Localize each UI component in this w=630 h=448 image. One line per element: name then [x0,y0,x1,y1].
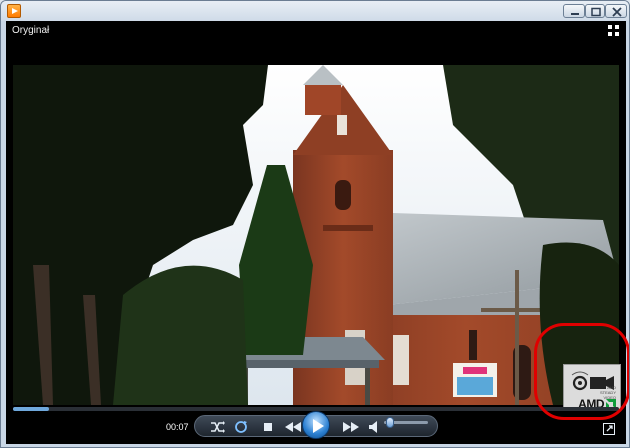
video-frame[interactable] [13,65,619,405]
playback-controls: 00:07 [6,411,626,444]
stop-icon[interactable] [261,416,275,438]
highlight-circle [534,323,629,420]
maximize-button[interactable] [585,4,605,18]
close-button[interactable] [605,4,627,18]
layout-switch-icon[interactable] [608,25,620,37]
shuffle-icon[interactable] [209,416,225,438]
previous-icon[interactable] [283,416,303,438]
title-bar[interactable] [1,1,629,21]
volume-icon[interactable] [367,416,381,438]
minimize-button[interactable] [563,4,585,18]
player-area: Oryginał AMD STEADY VIDEO AMD 00:07 [6,21,626,444]
volume-knob[interactable] [386,417,395,428]
close-icon [612,7,622,17]
repeat-icon[interactable] [233,416,249,438]
minimize-icon [571,13,579,15]
video-church-scene [13,65,619,405]
media-player-icon [7,4,21,18]
play-icon [313,419,324,433]
maximize-icon [591,7,601,17]
elapsed-time: 00:07 [166,422,189,432]
play-button[interactable] [302,411,330,439]
fullscreen-icon[interactable] [603,423,615,435]
next-icon[interactable] [341,416,361,438]
view-label: Oryginał [12,25,50,36]
media-player-window: Oryginał AMD STEADY VIDEO AMD 00:07 [0,0,630,448]
player-top-bar: Oryginał [6,21,626,65]
